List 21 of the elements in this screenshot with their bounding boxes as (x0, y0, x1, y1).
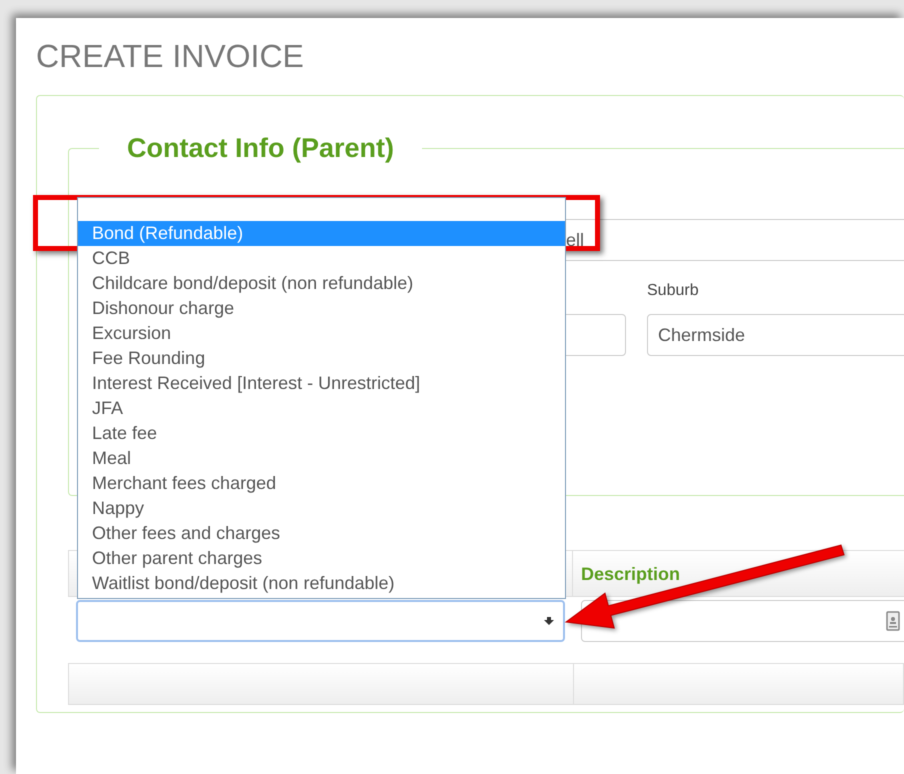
dropdown-option[interactable]: Excursion (78, 321, 565, 346)
dropdown-option[interactable]: Meal (78, 446, 565, 471)
dropdown-option[interactable]: Waitlist bond/deposit (non refundable) (78, 571, 565, 596)
dropdown-option[interactable]: Other fees and charges (78, 521, 565, 546)
suburb-field[interactable]: Chermside (647, 314, 904, 356)
dropdown-option[interactable]: Interest Received [Interest - Unrestricted] (78, 371, 565, 396)
dropdown-option[interactable]: Childcare bond/deposit (non refundable) (78, 271, 565, 296)
dropdown-option[interactable]: Nappy (78, 496, 565, 521)
caret-icon (544, 617, 554, 625)
field-label: Suburb (647, 283, 699, 299)
dropdown-option[interactable]: Merchant fees charged (78, 471, 565, 496)
dropdown-option[interactable]: Other parent charges (78, 546, 565, 571)
section-title: Contact Info (Parent) (126, 132, 395, 164)
dropdown-option[interactable]: Fee Rounding (78, 346, 565, 371)
dropdown-option[interactable]: Late fee (78, 421, 565, 446)
dropdown-option[interactable]: JFA (78, 396, 565, 421)
page-title: CREATE INVOICE (36, 37, 304, 76)
dropdown-option[interactable]: Dishonour charge (78, 296, 565, 321)
contact-card-icon (886, 611, 900, 631)
dropdown-option[interactable]: CCB (78, 246, 565, 271)
description-field[interactable] (581, 600, 904, 642)
